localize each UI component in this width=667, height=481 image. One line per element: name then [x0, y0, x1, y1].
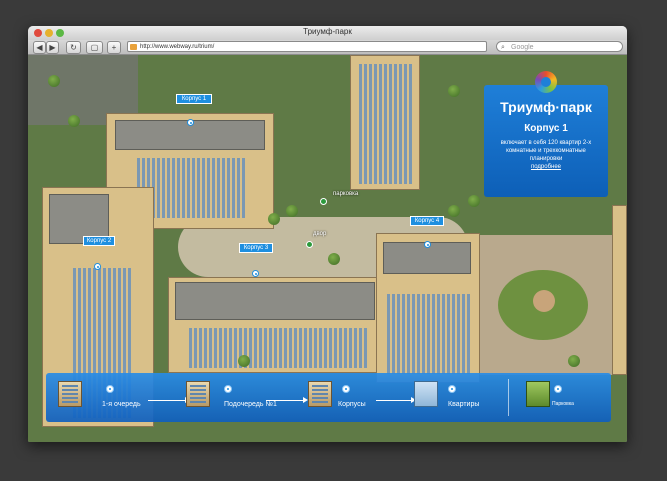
building-edge — [612, 205, 627, 375]
step-dot-icon — [224, 385, 232, 393]
tree — [468, 195, 480, 207]
browser-toolbar: ◀ ▶ ↻ ▢ + http://www.webway.ru/trium/ ⌕ … — [28, 40, 627, 55]
marker-icon[interactable] — [424, 241, 431, 248]
marker-icon[interactable] — [187, 119, 194, 126]
yard-label: двор — [313, 231, 327, 237]
step-dot-icon — [342, 385, 350, 393]
search-placeholder: Google — [511, 44, 534, 51]
step-korpusy[interactable]: Корпусы — [308, 373, 418, 422]
step-navigation: 1-я очередь Подочередь №1 Корпусы Кварти… — [46, 373, 611, 422]
step-label: 1-я очередь — [102, 401, 141, 408]
step-podochered[interactable]: Подочередь №1 — [186, 373, 296, 422]
back-button[interactable]: ◀ — [33, 41, 46, 54]
site-viewport: Корпус 1 Корпус 2 Корпус 3 Корпус 4 парк… — [28, 55, 627, 442]
search-icon: ⌕ — [501, 44, 505, 51]
marker-icon[interactable] — [252, 270, 259, 277]
window-title: Триумф-парк — [303, 27, 352, 36]
facade — [387, 294, 471, 374]
parking-label: парковка — [333, 191, 359, 197]
parking-marker-icon[interactable] — [320, 198, 327, 205]
tag-korpus-2[interactable]: Корпус 2 — [83, 236, 115, 246]
tag-korpus-4[interactable]: Корпус 4 — [410, 216, 444, 226]
snapback-icon[interactable]: ▢ — [86, 41, 103, 54]
tree — [448, 85, 460, 97]
building-icon — [186, 381, 210, 407]
facade — [189, 328, 369, 368]
address-url: http://www.webway.ru/trium/ — [140, 44, 215, 50]
step-ochered-1[interactable]: 1-я очередь — [58, 373, 168, 422]
tree — [286, 205, 298, 217]
step-dot-icon — [448, 385, 456, 393]
step-label: Парковка — [552, 401, 574, 407]
tree — [268, 213, 280, 225]
tree — [68, 115, 80, 127]
arrow-icon — [376, 397, 416, 403]
info-description: включает в себя 120 квартир 2-х комнатны… — [500, 140, 592, 162]
arrow-icon — [266, 397, 308, 403]
address-bar[interactable]: http://www.webway.ru/trium/ — [127, 41, 487, 52]
browser-window: Триумф-парк ◀ ▶ ↻ ▢ + http://www.webway.… — [28, 26, 627, 442]
reload-button[interactable]: ↻ — [66, 41, 81, 54]
tree — [48, 75, 60, 87]
forward-button[interactable]: ▶ — [46, 41, 59, 54]
car-icon — [526, 381, 550, 407]
building-icon — [58, 381, 82, 407]
tag-label: Корпус 4 — [414, 218, 440, 224]
roof — [175, 282, 375, 320]
brand-name: Триумф·парк — [500, 99, 592, 115]
marker-icon[interactable] — [94, 263, 101, 270]
tree — [568, 355, 580, 367]
building-icon — [308, 381, 332, 407]
arrow-icon — [148, 397, 190, 403]
title-bar: Триумф-парк — [28, 26, 627, 40]
step-label: Квартиры — [448, 401, 480, 408]
add-bookmark-button[interactable]: + — [107, 41, 121, 54]
search-field[interactable]: ⌕ Google — [496, 41, 623, 52]
step-kvartiry[interactable]: Квартиры — [414, 373, 504, 422]
step-label: Корпусы — [338, 401, 366, 408]
tag-label: Корпус 2 — [86, 238, 112, 244]
apartment-icon — [414, 381, 438, 407]
yard-marker-icon[interactable] — [306, 241, 313, 248]
building-korpus-4[interactable] — [376, 233, 480, 383]
info-panel: Триумф·парк Корпус 1 включает в себя 120… — [484, 71, 608, 197]
tag-label: Корпус 3 — [243, 245, 269, 251]
tree — [448, 205, 460, 217]
tree — [328, 253, 340, 265]
favicon-icon — [130, 44, 137, 50]
step-label: Подочередь №1 — [224, 401, 277, 408]
plaza-fountain — [533, 290, 555, 312]
nav-divider — [508, 379, 509, 416]
building-korpus-3[interactable] — [168, 277, 382, 373]
brand-logo-icon — [535, 71, 557, 93]
tag-label: Корпус 1 — [181, 96, 207, 102]
info-heading: Корпус 1 — [524, 123, 568, 134]
more-link[interactable]: подробнее — [484, 164, 608, 170]
step-dot-icon — [554, 385, 562, 393]
tag-korpus-1[interactable]: Корпус 1 — [176, 94, 212, 104]
step-dot-icon — [106, 385, 114, 393]
building-tower — [350, 55, 420, 190]
tag-korpus-3[interactable]: Корпус 3 — [239, 243, 273, 253]
tree — [238, 355, 250, 367]
facade — [359, 64, 413, 184]
step-parkovka[interactable]: Парковка — [526, 373, 606, 422]
